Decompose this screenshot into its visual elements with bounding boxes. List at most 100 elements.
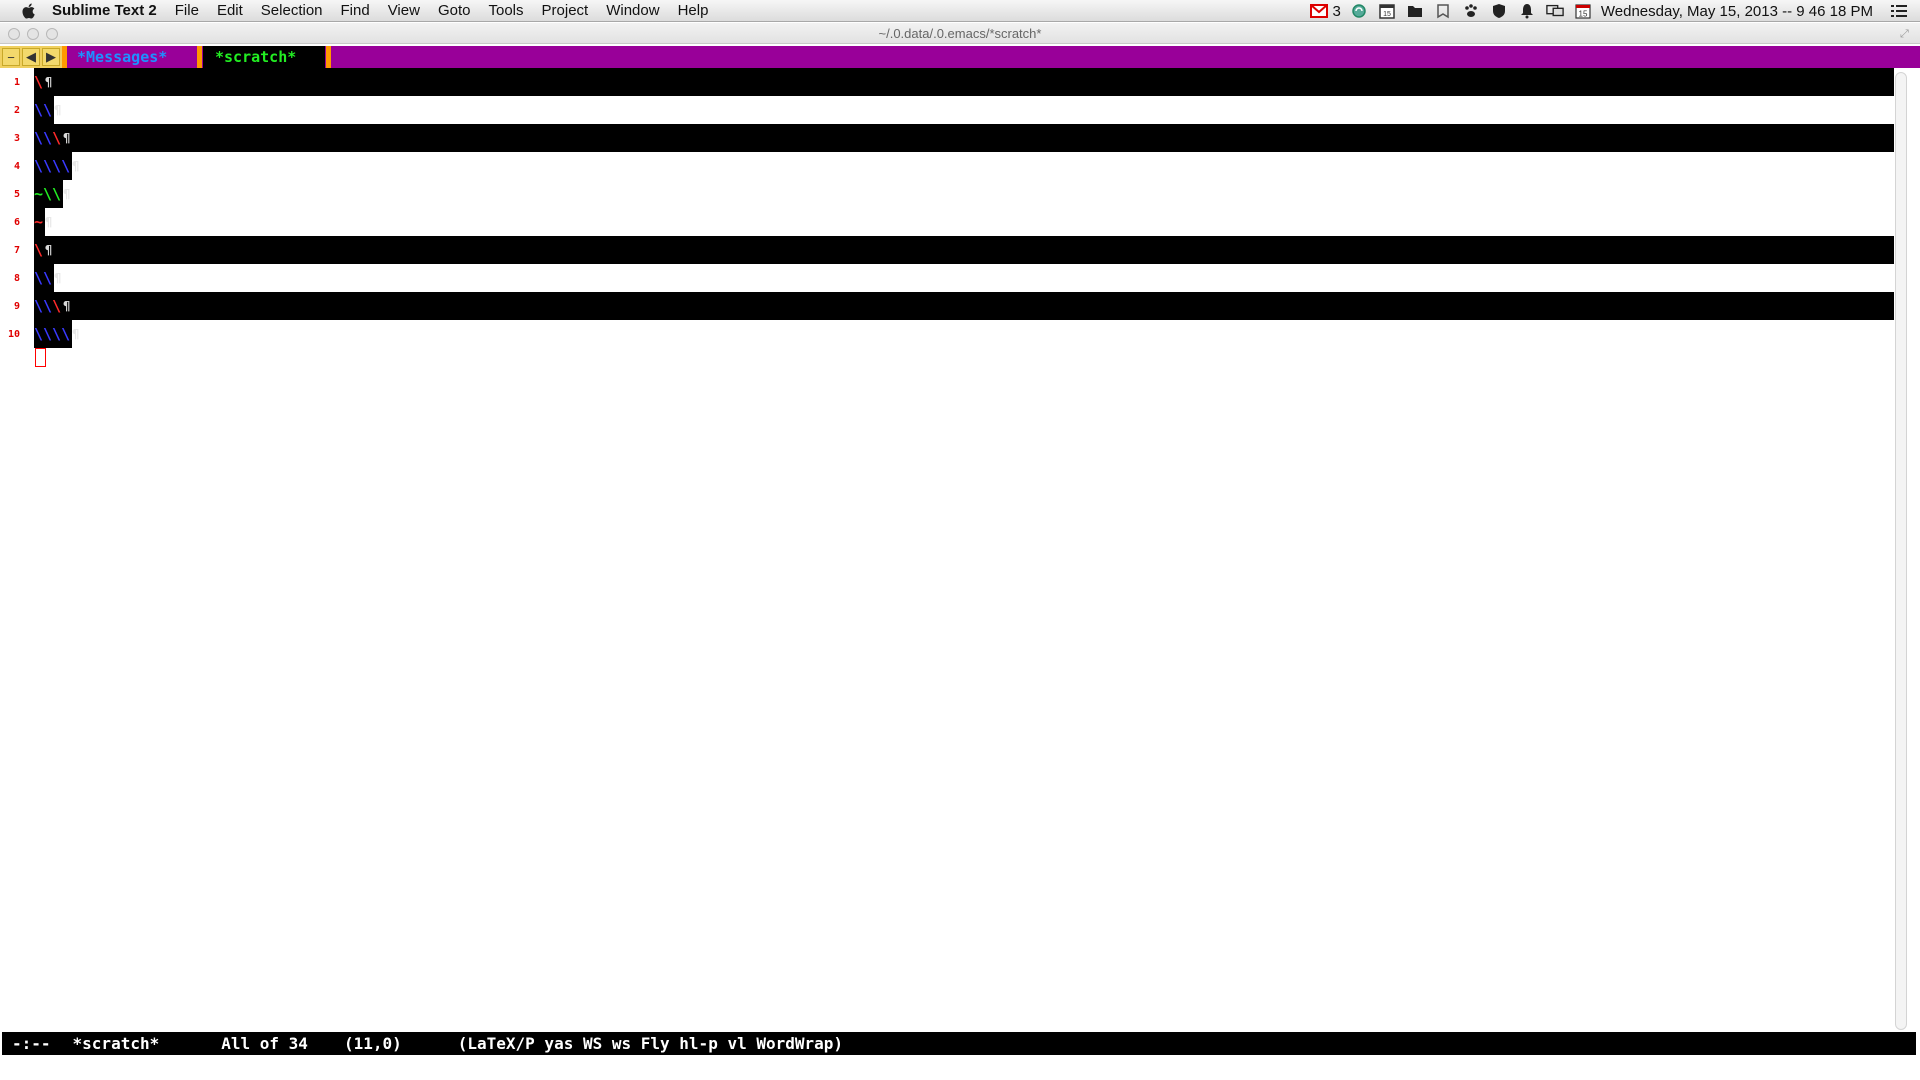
text-segment: \\	[34, 101, 53, 119]
tab-messages[interactable]: *Messages*	[65, 46, 195, 68]
menu-bar: Sublime Text 2 File Edit Selection Find …	[0, 0, 1920, 22]
tab-separator	[326, 46, 331, 68]
text-segment: \	[52, 129, 62, 147]
svg-text:15: 15	[1383, 11, 1391, 18]
app-name-menu[interactable]: Sublime Text 2	[52, 2, 157, 19]
pilcrow-icon: ¶	[72, 327, 80, 341]
text-segment: \\	[34, 269, 53, 287]
menu-window[interactable]: Window	[606, 2, 659, 19]
editor-line[interactable]: \ ¶	[34, 236, 1894, 264]
next-tab-button[interactable]: ▶	[42, 48, 60, 66]
tab-nav-buttons: − ◀ ▶	[0, 46, 62, 68]
menu-selection[interactable]: Selection	[261, 2, 323, 19]
svg-text:15: 15	[1578, 10, 1587, 19]
editor-line[interactable]: \\\\ ¶	[34, 152, 79, 180]
line-content: \\	[34, 264, 55, 292]
menu-tools[interactable]: Tools	[488, 2, 523, 19]
shield-icon[interactable]	[1490, 3, 1508, 19]
editor-line[interactable]: \\ \ ¶	[34, 124, 1894, 152]
modeline-cursor: (11,0)	[343, 1034, 402, 1053]
menu-find[interactable]: Find	[341, 2, 370, 19]
menu-goto[interactable]: Goto	[438, 2, 471, 19]
line-content: \\\\	[34, 152, 73, 180]
text-segment: \\\\	[34, 325, 71, 343]
folder-icon[interactable]	[1406, 3, 1424, 19]
text-segment: \	[34, 241, 44, 259]
line-content: \	[34, 236, 46, 264]
bookmark-icon[interactable]	[1434, 3, 1452, 19]
window-title: ~/.0.data/.0.emacs/*scratch*	[878, 26, 1042, 41]
menu-project[interactable]: Project	[542, 2, 589, 19]
editor-line[interactable]: \\ \ ¶	[34, 292, 1894, 320]
window-titlebar: ~/.0.data/.0.emacs/*scratch* ⤢	[0, 23, 1920, 44]
editor-line[interactable]: \ ¶	[34, 68, 1894, 96]
line-content: \	[34, 68, 46, 96]
editor-line[interactable]: \\\\ ¶	[34, 320, 79, 348]
modeline-status: -:--	[12, 1034, 51, 1053]
tab-bar: − ◀ ▶ *Messages* *scratch*	[0, 46, 1920, 68]
sync-icon[interactable]	[1350, 3, 1368, 19]
close-tab-button[interactable]: −	[2, 48, 20, 66]
menu-help[interactable]: Help	[678, 2, 709, 19]
mode-line: -:-- *scratch* All of 34 (11,0) (LaTeX/P…	[2, 1032, 1916, 1055]
bell-icon[interactable]	[1518, 3, 1536, 19]
line-number: 5	[13, 189, 20, 200]
vertical-scrollbar[interactable]	[1895, 72, 1907, 1030]
apple-menu-icon[interactable]	[18, 2, 40, 20]
text-cursor	[35, 348, 46, 367]
line-number: 4	[13, 161, 20, 172]
text-segment: ~	[34, 213, 44, 231]
line-content: ~	[34, 208, 46, 236]
tab-scratch[interactable]: *scratch*	[203, 46, 325, 68]
tab-separator	[197, 46, 202, 68]
list-icon[interactable]	[1890, 3, 1908, 19]
status-tray: 3 15 15 Wednesday, May 15, 2013 -- 9 46 …	[1305, 0, 1920, 22]
previous-tab-button[interactable]: ◀	[22, 48, 40, 66]
text-segment: \\	[34, 129, 53, 147]
pilcrow-icon: ¶	[63, 299, 71, 313]
text-segment: ~\\	[34, 185, 62, 203]
pilcrow-icon: ¶	[63, 187, 71, 201]
modeline-position: All of 34	[221, 1034, 308, 1053]
mail-count: 3	[1332, 2, 1341, 20]
line-number: 6	[13, 217, 20, 228]
line-number: 3	[13, 133, 20, 144]
editor-line[interactable]: \\ ¶	[34, 264, 61, 292]
modeline-buffer-name[interactable]: *scratch*	[73, 1034, 160, 1053]
text-segment: \\	[34, 297, 53, 315]
text-segment: \\\\	[34, 157, 71, 175]
menubar-clock[interactable]: Wednesday, May 15, 2013 -- 9 46 18 PM	[1601, 3, 1873, 20]
minibuffer[interactable]	[0, 1056, 1920, 1080]
line-number: 10	[7, 329, 20, 340]
editor-line[interactable]: \\ ¶	[34, 96, 61, 124]
line-content: \\ \	[34, 292, 64, 320]
menu-view[interactable]: View	[388, 2, 420, 19]
menu-edit[interactable]: Edit	[217, 2, 243, 19]
menu-file[interactable]: File	[175, 2, 199, 19]
text-segment: \	[34, 73, 44, 91]
line-number: 1	[13, 77, 20, 88]
editor-line[interactable]: ~ ¶	[34, 208, 52, 236]
line-content: \\ \	[34, 124, 64, 152]
line-content: \\\\	[34, 320, 73, 348]
fullscreen-icon[interactable]: ⤢	[1900, 28, 1912, 40]
modeline-modes[interactable]: (LaTeX/P yas WS ws Fly hl-p vl WordWrap)	[458, 1034, 843, 1053]
pilcrow-icon: ¶	[45, 243, 53, 257]
line-number: 7	[13, 245, 20, 256]
line-number: 8	[13, 273, 20, 284]
text-segment: \	[52, 297, 62, 315]
line-number: 2	[13, 105, 20, 116]
pilcrow-icon: ¶	[63, 131, 71, 145]
line-content: ~\\	[34, 180, 64, 208]
editor-area[interactable]: 1 \ ¶ 2 \\ ¶ 3 \\ \ ¶ 4 \\\\ ¶ 5 ~\\ ¶ 6 ~ ¶ 7 \ ¶ 8 \\ ¶ 9 \\ \ ¶ 10…	[0, 68, 1920, 1030]
calendar-icon[interactable]: 15	[1378, 3, 1396, 19]
mail-icon[interactable]	[1309, 3, 1328, 19]
pilcrow-icon: ¶	[45, 215, 53, 229]
display-icon[interactable]	[1546, 3, 1564, 19]
paw-icon[interactable]	[1462, 3, 1480, 19]
line-content: \\	[34, 96, 55, 124]
editor-line[interactable]: ~\\ ¶	[34, 180, 70, 208]
pilcrow-icon: ¶	[72, 159, 80, 173]
pilcrow-icon: ¶	[54, 103, 62, 117]
calendar-date-icon[interactable]: 15	[1574, 3, 1592, 19]
